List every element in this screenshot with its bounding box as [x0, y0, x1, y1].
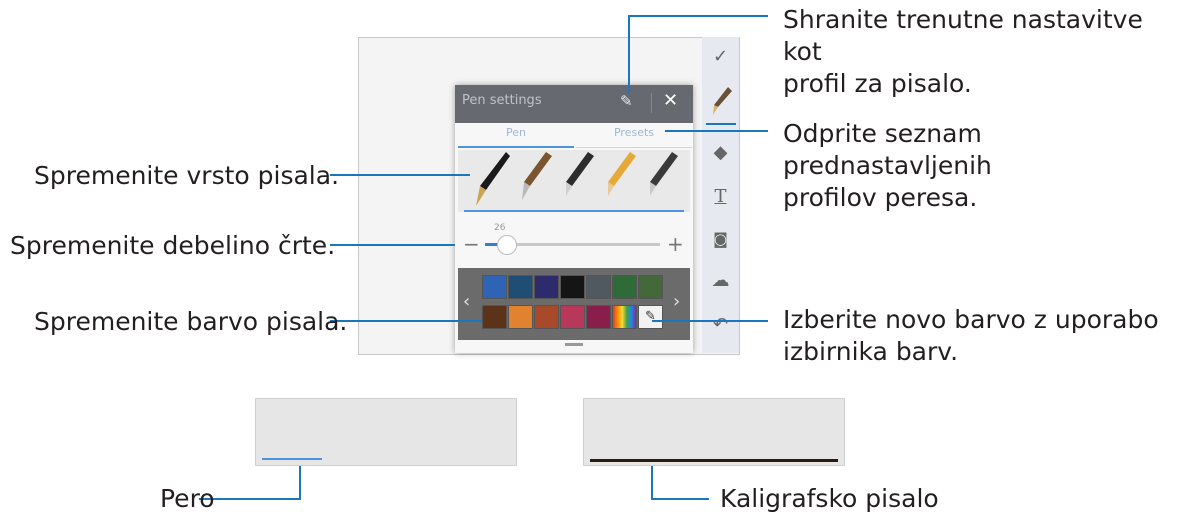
undo-icon[interactable]: ↶ [702, 310, 739, 340]
tab-pen-indicator [458, 146, 574, 148]
header-divider [651, 93, 652, 113]
color-swatch[interactable] [560, 305, 585, 329]
plus-icon[interactable]: + [667, 232, 684, 256]
save-pen-profile-icon[interactable]: ✎ [620, 92, 633, 110]
color-swatch[interactable] [638, 275, 663, 299]
calligraphy-crop-underline [590, 459, 838, 462]
color-swatch[interactable] [482, 305, 507, 329]
color-swatch[interactable] [586, 275, 611, 299]
marker-option[interactable] [638, 150, 680, 212]
callout-line-save-vertical [628, 15, 630, 93]
callout-open-presets: Odprite seznam prednastavljenih profilov… [783, 119, 992, 212]
eraser-icon[interactable]: ◆ [702, 138, 739, 168]
calligraphy-pen-option[interactable] [512, 150, 554, 212]
text-icon[interactable]: T [702, 182, 739, 212]
color-swatch[interactable] [612, 275, 637, 299]
color-swatch[interactable] [534, 305, 559, 329]
callout-color-picker: Izberite novo barvo z uporabo izbirnika … [783, 305, 1159, 366]
rainbow-swatch[interactable] [612, 305, 637, 329]
pen-icon[interactable] [702, 85, 739, 123]
callout-change-type: Spremenite vrsto pisala. [34, 161, 340, 190]
tab-pen[interactable]: Pen [458, 126, 574, 146]
pen-crop-image [255, 398, 517, 466]
callout-line-calligraphy [651, 466, 653, 500]
color-picker-icon[interactable]: ✎ [638, 305, 663, 329]
label-pen: Pero [160, 484, 215, 513]
camera-icon[interactable]: ◙ [702, 224, 739, 254]
tab-divider [576, 147, 692, 148]
color-swatch[interactable] [534, 275, 559, 299]
palette-next-icon[interactable]: › [673, 291, 680, 312]
cloud-icon[interactable]: ☁ [702, 266, 739, 296]
color-swatch[interactable] [508, 275, 533, 299]
callout-line-presets [665, 130, 768, 132]
thickness-slider-knob[interactable] [497, 235, 517, 255]
callout-line-save [628, 15, 768, 17]
callout-line-pen [299, 466, 301, 500]
color-swatch[interactable] [482, 275, 507, 299]
callout-change-color: Spremenite barvo pisala. [34, 307, 348, 336]
callout-line-type [330, 174, 470, 176]
tab-presets[interactable]: Presets [576, 126, 692, 146]
pen-tool-underline [706, 123, 736, 125]
callout-line-thickness [330, 244, 455, 246]
callout-line-color [330, 320, 482, 322]
callout-line-picker [652, 320, 768, 322]
label-calligraphy: Kaligrafsko pisalo [720, 484, 939, 513]
panel-drag-handle[interactable] [565, 343, 583, 346]
callout-line-calligraphy-h [651, 498, 709, 500]
slider-value: 26 [494, 223, 506, 233]
color-swatch[interactable] [508, 305, 533, 329]
pen-crop-underline [262, 458, 322, 460]
panel-title: Pen settings [462, 93, 542, 108]
callout-save-profile: Shranite trenutne nastavitve kot profil … [783, 5, 1143, 98]
color-swatch[interactable] [586, 305, 611, 329]
check-icon[interactable]: ✓ [702, 42, 739, 72]
pencil-option[interactable] [596, 150, 638, 212]
pen-row-underline [464, 210, 684, 212]
ballpoint-pen-option[interactable] [554, 150, 596, 212]
callout-change-thickness: Spremenite debelino črte. [10, 231, 336, 260]
calligraphy-crop-image [583, 398, 845, 466]
palette-prev-icon[interactable]: ‹ [463, 291, 470, 312]
fountain-pen-option[interactable] [470, 150, 512, 212]
close-icon[interactable]: ✕ [663, 90, 678, 111]
color-swatch[interactable] [560, 275, 585, 299]
minus-icon[interactable]: − [463, 232, 480, 256]
